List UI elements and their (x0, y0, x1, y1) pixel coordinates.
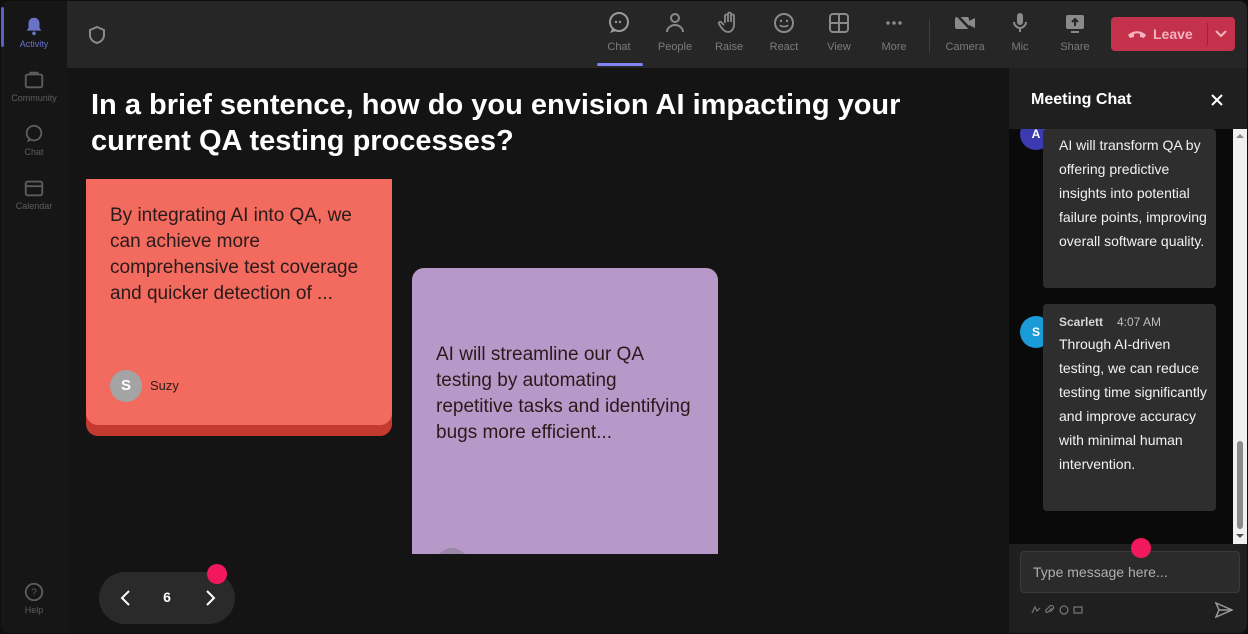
meeting-toolbar: Chat People Raise React View More Camera (67, 1, 1247, 68)
bell-icon (26, 17, 42, 36)
toolbar-share-label: Share (1060, 41, 1090, 53)
leave-divider (1207, 23, 1208, 45)
question-title: In a brief sentence, how do you envision… (91, 89, 901, 157)
scrollbar-thumb[interactable] (1237, 441, 1243, 529)
toolbar-more-label: More (881, 41, 907, 53)
rail-item-calendar[interactable]: Calendar (1, 167, 67, 219)
toolbar-chat-label: Chat (607, 41, 631, 53)
chat-message-text: AI will transform QA by offering predict… (1059, 137, 1207, 249)
message-time: 4:07 AM (1117, 315, 1162, 329)
mic-icon (1013, 13, 1027, 32)
chevron-right-icon[interactable] (200, 588, 220, 608)
rail-item-help[interactable]: ? Help (1, 571, 67, 623)
toolbar-react-label: React (769, 41, 799, 53)
rail-item-chat[interactable]: Chat (1, 113, 67, 165)
calendar-icon (24, 180, 44, 197)
toolbar-chat-button[interactable]: Chat (594, 11, 644, 63)
smiley-icon (774, 13, 794, 33)
toolbar-mic-button[interactable]: Mic (995, 11, 1045, 63)
chat-scrollbar[interactable] (1233, 129, 1247, 544)
format-icon[interactable] (1031, 605, 1041, 615)
help-icon: ? (24, 582, 44, 602)
chat-message: Scarlett 4:07 AM Through AI-driven testi… (1043, 304, 1216, 511)
people-icon (666, 13, 684, 33)
toolbar-view-button[interactable]: View (814, 11, 864, 63)
leave-button[interactable]: Leave (1111, 17, 1235, 51)
chevron-down-icon[interactable] (1213, 25, 1229, 41)
card-face: By integrating AI into QA, we can achiev… (86, 179, 392, 425)
toolbar-mic-label: Mic (1011, 41, 1029, 53)
scroll-down-icon[interactable] (1236, 532, 1244, 540)
toolbar-view-label: View (827, 41, 851, 53)
chat-header: Meeting Chat (1009, 68, 1247, 128)
card-author: Suzy (150, 378, 179, 393)
toolbar-share-button[interactable]: Share (1050, 11, 1100, 63)
message-input-box[interactable] (1020, 551, 1240, 593)
active-tab-indicator (597, 63, 643, 66)
rail-item-community[interactable]: Community (1, 59, 67, 111)
page-number: 6 (163, 589, 171, 605)
meeting-chat-panel: Meeting Chat A AI will transform QA by o… (1009, 68, 1247, 633)
rail-item-label: Activity (19, 39, 49, 49)
attach-icon[interactable] (1045, 605, 1055, 615)
toolbar-camera-label: Camera (945, 41, 985, 53)
chevron-left-icon[interactable] (116, 588, 136, 608)
chat-message: AI will transform QA by offering predict… (1043, 129, 1216, 288)
rail-item-label: Community (11, 93, 57, 103)
rail-item-label: Help (24, 605, 44, 615)
chat-message-list[interactable]: A AI will transform QA by offering predi… (1009, 129, 1247, 544)
chat-title: Meeting Chat (1031, 91, 1132, 108)
notification-dot (1131, 538, 1151, 558)
toolbar-camera-button[interactable]: Camera (940, 11, 990, 63)
sender-name: Scarlett (1059, 315, 1104, 329)
rail-item-activity[interactable]: Activity (1, 5, 67, 57)
response-card[interactable]: By integrating AI into QA, we can achiev… (86, 179, 392, 436)
toolbar-raise-button[interactable]: Raise (704, 11, 754, 63)
shield-icon[interactable] (87, 25, 107, 45)
chat-icon (609, 12, 629, 33)
chat-message-text: Through AI-driven testing, we can reduce… (1059, 336, 1207, 472)
avatar: S (110, 370, 142, 402)
gif-icon[interactable] (1073, 605, 1083, 615)
message-input[interactable] (1031, 560, 1231, 584)
close-icon[interactable] (1209, 92, 1225, 108)
send-icon[interactable] (1215, 601, 1233, 619)
card-text: AI will streamline our QA testing by aut… (436, 344, 691, 443)
share-icon (1066, 15, 1084, 33)
toolbar-people-label: People (657, 41, 693, 53)
toolbar-raise-label: Raise (714, 41, 744, 53)
toolbar-more-button[interactable]: More (869, 11, 919, 63)
camera-off-icon (955, 13, 975, 33)
response-card[interactable]: AI will streamline our QA testing by aut… (412, 268, 718, 554)
grid-icon (829, 13, 849, 33)
notification-dot (207, 564, 227, 584)
raise-hand-icon (717, 11, 735, 33)
scroll-up-icon[interactable] (1236, 132, 1244, 140)
svg-text:?: ? (31, 588, 37, 599)
rail-item-label: Calendar (15, 201, 53, 211)
left-rail: Activity Community Chat Calendar ? Help (1, 1, 67, 633)
rail-item-label: Chat (24, 147, 44, 157)
community-icon (24, 71, 44, 89)
card-text: By integrating AI into QA, we can achiev… (110, 205, 359, 304)
avatar (436, 548, 468, 554)
more-icon (886, 21, 902, 25)
toolbar-divider (929, 19, 930, 53)
chat-icon (25, 124, 43, 143)
meeting-app: Activity Community Chat Calendar ? Help … (1, 1, 1247, 633)
emoji-icon[interactable] (1059, 605, 1069, 615)
toolbar-people-button[interactable]: People (650, 11, 700, 63)
toolbar-react-button[interactable]: React (759, 11, 809, 63)
leave-label: Leave (1153, 26, 1193, 42)
hang-up-icon (1128, 31, 1146, 38)
